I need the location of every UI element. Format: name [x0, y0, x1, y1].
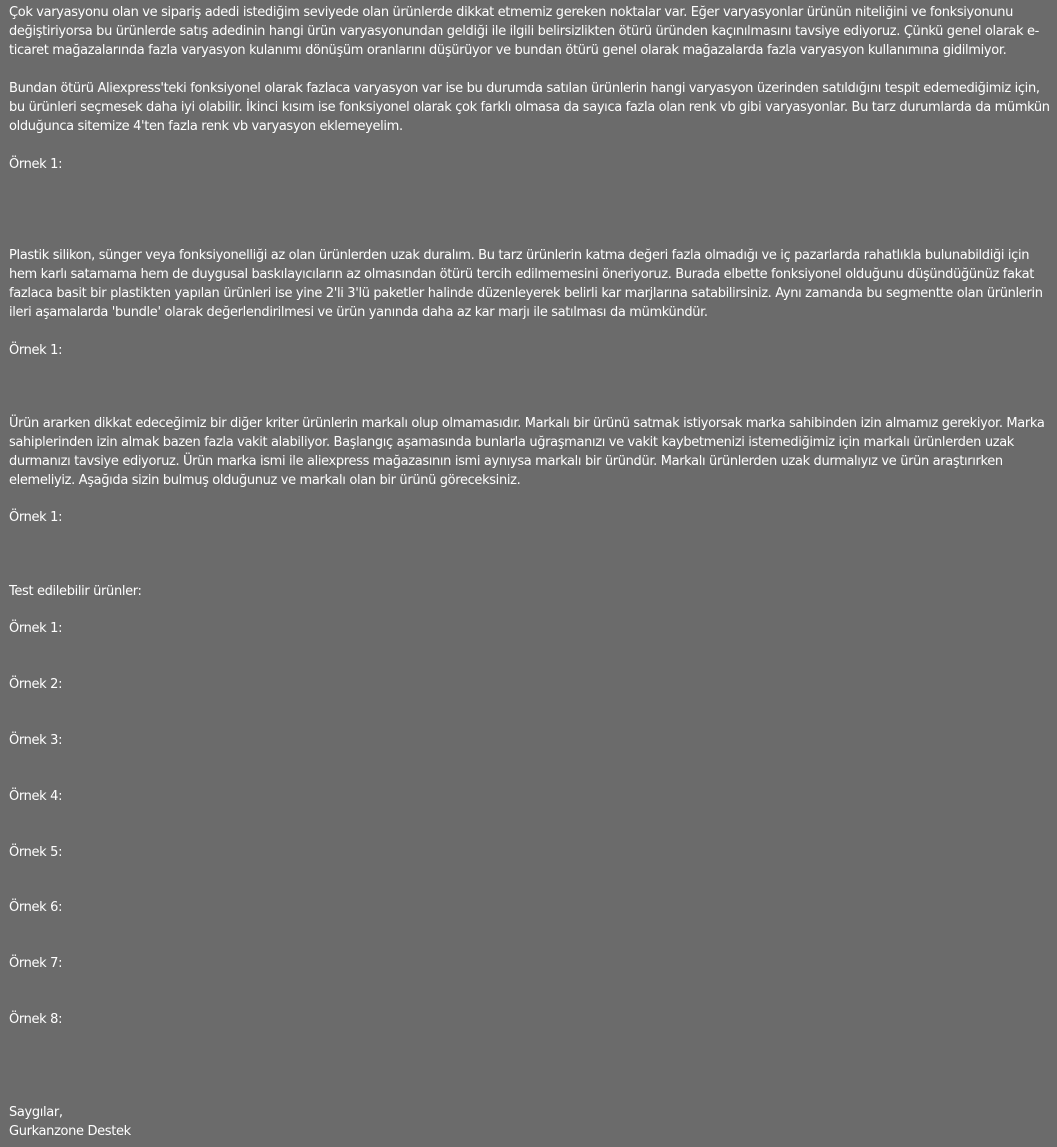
testable-example-label: Örnek 7:	[9, 956, 63, 971]
example-label: Örnek 1:	[9, 157, 63, 172]
testable-example-label: Örnek 2:	[9, 677, 63, 692]
paragraph-plastic-products: Plastik silikon, sünger veya fonksiyonel…	[9, 248, 1043, 320]
testable-example-label: Örnek 6:	[9, 900, 63, 915]
testable-example-label: Örnek 3:	[9, 733, 63, 748]
paragraph-aliexpress-variations: Bundan ötürü Aliexpress'teki fonksiyonel…	[9, 81, 1050, 134]
testable-example-label: Örnek 1:	[9, 621, 63, 636]
testable-example-label: Örnek 4:	[9, 789, 63, 804]
testable-example-label: Örnek 5:	[9, 845, 63, 860]
paragraph-branded-products: Ürün ararken dikkat edeceğimiz bir diğer…	[9, 416, 1045, 488]
example-label: Örnek 1:	[9, 510, 63, 525]
signature: Gurkanzone Destek	[9, 1124, 131, 1139]
paragraph-variations: Çok varyasyonu olan ve sipariş adedi ist…	[9, 5, 1039, 58]
closing: Saygılar,	[9, 1105, 63, 1120]
testable-products-heading: Test edilebilir ürünler:	[9, 584, 142, 599]
example-label: Örnek 1:	[9, 343, 63, 358]
email-body: Çok varyasyonu olan ve sipariş adedi ist…	[0, 0, 1057, 1147]
testable-example-label: Örnek 8:	[9, 1012, 63, 1027]
